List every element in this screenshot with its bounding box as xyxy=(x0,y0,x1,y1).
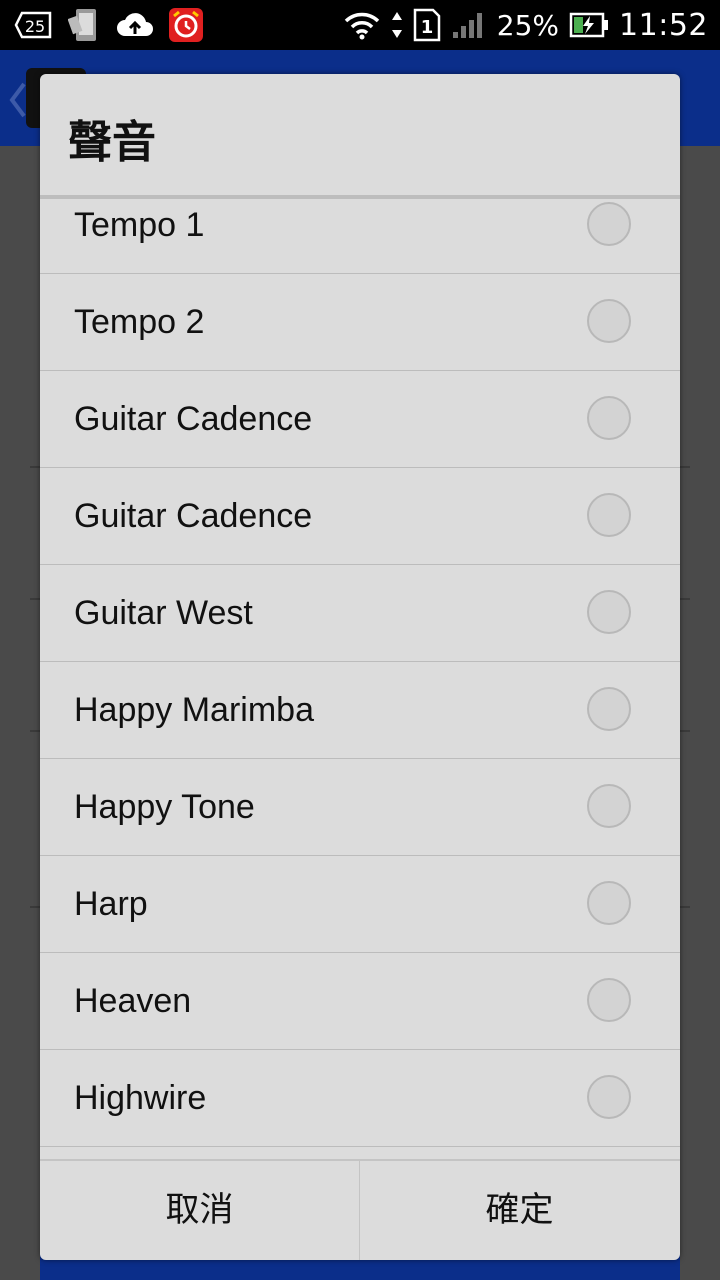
sound-list-content: Tempo 1 Tempo 2 Guitar Cadence Guitar Caden… xyxy=(40,199,680,1147)
list-item[interactable]: Harp xyxy=(40,856,680,953)
list-item-label: Heaven xyxy=(74,982,192,1020)
list-item[interactable]: Guitar West xyxy=(40,565,680,662)
list-item-label: Tempo 2 xyxy=(74,303,205,341)
radio-button[interactable] xyxy=(587,493,631,537)
sound-list[interactable]: Tempo 1 Tempo 2 Guitar Cadence Guitar Caden… xyxy=(40,199,680,1159)
wifi-icon xyxy=(343,9,381,41)
list-item[interactable]: Heaven xyxy=(40,953,680,1050)
battery-percent: 25% xyxy=(496,8,560,42)
cancel-button[interactable]: 取消 xyxy=(40,1161,360,1260)
sound-picker-dialog: 聲音 Tempo 1 Tempo 2 Guitar Cadence Guitar Ca… xyxy=(40,74,680,1260)
list-item-label: Guitar Cadence xyxy=(74,497,313,535)
radio-button[interactable] xyxy=(587,299,631,343)
alarm-app-icon xyxy=(168,7,204,43)
list-item[interactable]: Guitar Cadence xyxy=(40,468,680,565)
notification-count-icon: 25 xyxy=(14,11,54,39)
list-item[interactable]: Highwire xyxy=(40,1050,680,1147)
list-item-label: Highwire xyxy=(74,1079,207,1117)
radio-button[interactable] xyxy=(587,396,631,440)
radio-button[interactable] xyxy=(587,590,631,634)
data-arrows-icon xyxy=(391,10,403,40)
svg-text:1: 1 xyxy=(421,17,434,38)
clock: 11:52 xyxy=(619,7,708,43)
back-arrow-icon xyxy=(8,80,28,120)
radio-button[interactable] xyxy=(587,978,631,1022)
status-bar: 25 1 25% 11:52 xyxy=(0,0,720,50)
radio-button[interactable] xyxy=(587,881,631,925)
radio-button[interactable] xyxy=(587,202,631,246)
list-item[interactable]: Happy Tone xyxy=(40,759,680,856)
sim-icon: 1 xyxy=(413,8,441,42)
dialog-title: 聲音 xyxy=(68,117,156,168)
list-item-label: Tempo 1 xyxy=(74,206,205,244)
list-item-label: Guitar Cadence xyxy=(74,400,313,438)
svg-text:25: 25 xyxy=(25,17,45,36)
radio-button[interactable] xyxy=(587,687,631,731)
radio-button[interactable] xyxy=(587,784,631,828)
dialog-button-bar: 取消 確定 xyxy=(40,1159,680,1260)
list-item-label: Harp xyxy=(74,885,148,923)
ok-button[interactable]: 確定 xyxy=(360,1161,679,1260)
list-item[interactable]: Guitar Cadence xyxy=(40,371,680,468)
list-item[interactable]: Tempo 2 xyxy=(40,274,680,371)
list-item[interactable]: Tempo 1 xyxy=(40,199,680,274)
cloud-upload-icon xyxy=(116,10,154,40)
list-item-label: Happy Tone xyxy=(74,788,255,826)
list-item-label: Happy Marimba xyxy=(74,691,314,729)
phone-icon xyxy=(68,7,102,43)
radio-button[interactable] xyxy=(587,1075,631,1119)
battery-charging-icon xyxy=(569,11,609,39)
signal-icon xyxy=(451,10,487,40)
list-item[interactable]: Happy Marimba xyxy=(40,662,680,759)
list-item-label: Guitar West xyxy=(74,594,253,632)
